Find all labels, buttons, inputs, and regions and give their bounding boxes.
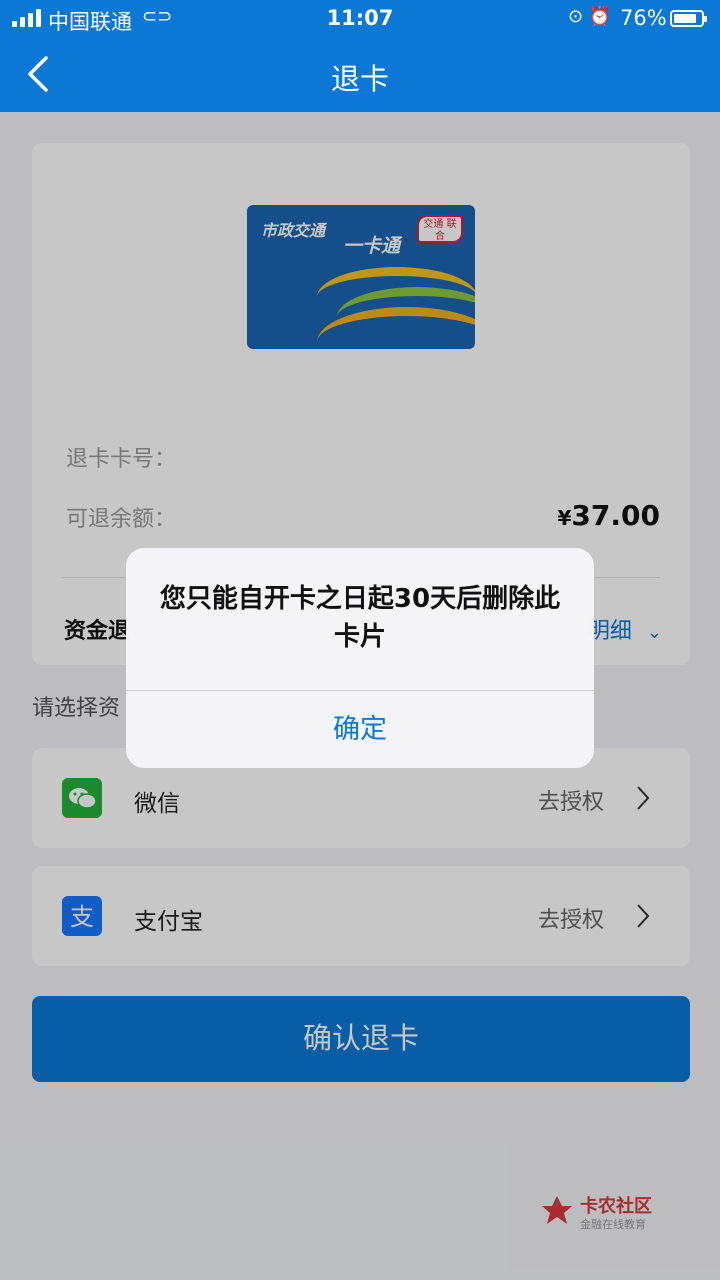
alarm-icon: ⊙ ⏰ (568, 6, 612, 27)
status-bar: 中国联通 ⊂⊃ 11:07 ⊙ ⏰ 76% (0, 0, 720, 38)
battery-icon (670, 10, 707, 27)
alert-message: 您只能自开卡之日起30天后删除此卡片 (159, 584, 561, 652)
clock: 11:07 (326, 6, 394, 30)
battery-percent: 76% (620, 6, 667, 30)
alert-dialog: 您只能自开卡之日起30天后删除此卡片 确定 (126, 548, 594, 768)
page-title: 退卡 (330, 62, 389, 96)
alert-ok-button[interactable]: 确定 (126, 691, 594, 768)
header: 中国联通 ⊂⊃ 11:07 ⊙ ⏰ 76% 退卡 (0, 0, 720, 112)
